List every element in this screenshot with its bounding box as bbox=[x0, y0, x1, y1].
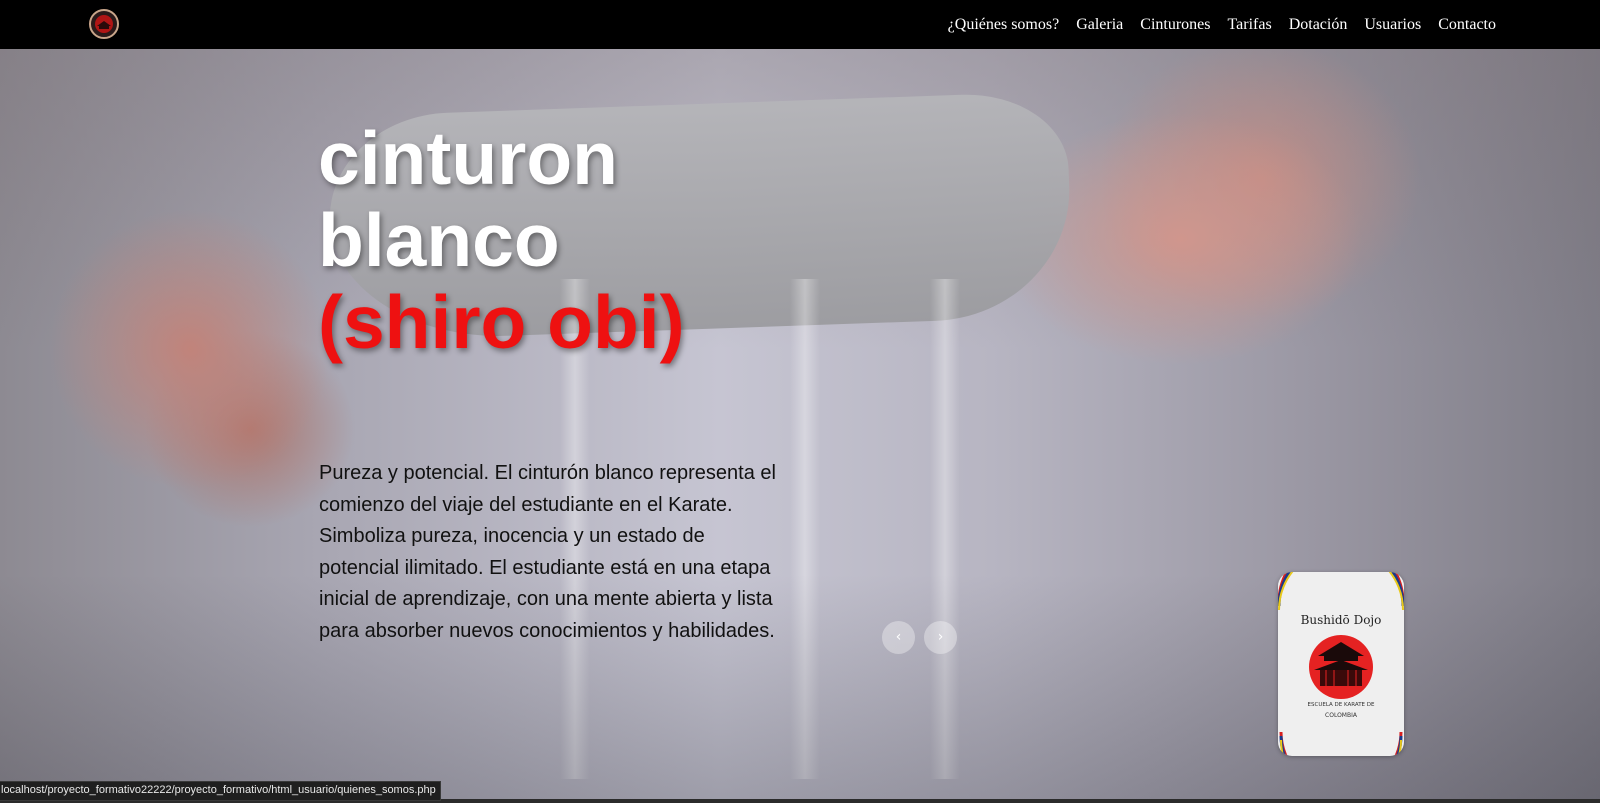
nav-link-cinturones[interactable]: Cinturones bbox=[1140, 16, 1210, 34]
hero-title-line2: blanco bbox=[318, 198, 560, 282]
dojo-card-tagline: ESCUELA DE KARATE DE bbox=[1308, 702, 1375, 708]
dojo-badge-card: Bushidō Dojo ESCUELA DE KARATE DE COLOMB… bbox=[1278, 572, 1404, 756]
dojo-logo-icon bbox=[95, 15, 113, 33]
nav-link-galeria[interactable]: Galeria bbox=[1076, 16, 1123, 34]
dojo-logo-link[interactable] bbox=[89, 9, 119, 39]
nav-link-dotacion[interactable]: Dotación bbox=[1289, 16, 1348, 34]
top-navbar: ¿Quiénes somos? Galeria Cinturones Tarif… bbox=[0, 0, 1600, 49]
chevron-left-icon: ‹ bbox=[895, 629, 902, 645]
carousel-prev-button[interactable]: ‹ bbox=[882, 621, 915, 654]
hero-title-line1: cinturon bbox=[318, 116, 618, 200]
browser-status-url: localhost/proyecto_formativo22222/proyec… bbox=[0, 781, 441, 801]
nav-link-tarifas[interactable]: Tarifas bbox=[1228, 16, 1272, 34]
hero-description: Pureza y potencial. El cinturón blanco r… bbox=[319, 462, 776, 642]
hero-title-accent: (shiro obi) bbox=[318, 280, 685, 364]
hero-title: cinturon blanco (shiro obi) bbox=[318, 117, 685, 363]
nav-link-contacto[interactable]: Contacto bbox=[1438, 16, 1496, 34]
dojo-emblem: Bushidō Dojo ESCUELA DE KARATE DE COLOMB… bbox=[1278, 572, 1404, 756]
dojo-card-name: Bushidō Dojo bbox=[1301, 613, 1382, 627]
chevron-right-icon: › bbox=[937, 629, 944, 645]
carousel-next-button[interactable]: › bbox=[924, 621, 957, 654]
dojo-card-country: COLOMBIA bbox=[1325, 712, 1358, 719]
nav-link-quienes-somos[interactable]: ¿Quiénes somos? bbox=[948, 16, 1060, 34]
nav-link-usuarios[interactable]: Usuarios bbox=[1364, 16, 1421, 34]
nav-links: ¿Quiénes somos? Galeria Cinturones Tarif… bbox=[948, 0, 1496, 49]
